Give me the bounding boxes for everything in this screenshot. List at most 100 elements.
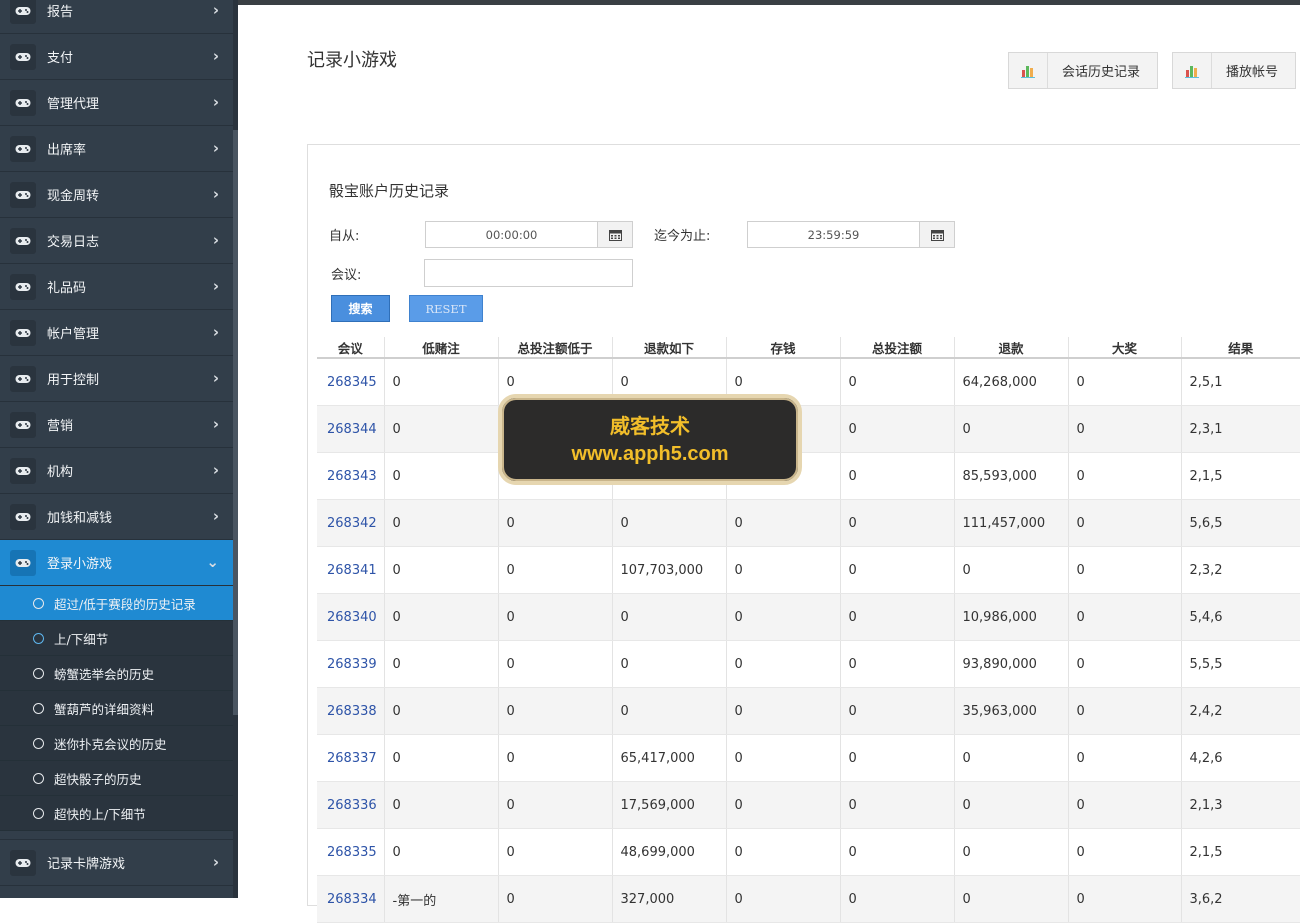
sidebar-scrollbar-thumb[interactable]	[233, 130, 238, 715]
sidebar-menu-item[interactable]: 现金周转 ›	[0, 172, 233, 218]
table-cell: 111,457,000	[953, 499, 1068, 547]
circle-icon	[33, 807, 44, 819]
column-header[interactable]: 会议	[317, 337, 384, 359]
session-id-link[interactable]: 268340	[317, 593, 384, 641]
gamepad-icon	[10, 365, 36, 392]
session-id-link[interactable]: 268341	[317, 546, 384, 594]
column-header[interactable]: 低赌注	[383, 337, 498, 359]
session-id-link[interactable]: 268345	[317, 358, 384, 406]
to-date-input[interactable]: 23:59:59	[747, 221, 920, 248]
table-cell: 0	[839, 640, 954, 688]
sidebar-submenu-item[interactable]: 超快骰子的历史	[0, 761, 233, 796]
session-id-link[interactable]: 268343	[317, 452, 384, 500]
sidebar-submenu-item[interactable]: 螃蟹选举会的历史	[0, 656, 233, 691]
sidebar-submenu-item[interactable]: 上/下细节	[0, 621, 233, 656]
session-id-link[interactable]: 268334	[317, 875, 384, 923]
table-cell: 4,2,6	[1180, 734, 1300, 782]
column-header[interactable]: 总投注额低于	[497, 337, 612, 359]
table-cell: 17,569,000	[611, 781, 726, 829]
search-button[interactable]: 搜索	[331, 295, 390, 322]
sidebar-menu-item[interactable]: 记录卡牌游戏 ›	[0, 839, 233, 886]
table-row: 268334 -第一的 0 327,000 0 0 0 0 3,6,2	[317, 875, 1300, 923]
sidebar-menu-item[interactable]: 支付 ›	[0, 34, 233, 80]
sidebar-menu-item[interactable]: 帐户管理 ›	[0, 310, 233, 356]
sidebar-submenu-label: 超快骰子的历史	[54, 771, 142, 787]
sidebar-menu-item[interactable]: 报告 ›	[0, 0, 233, 34]
to-calendar-button[interactable]	[919, 221, 955, 248]
column-header[interactable]: 退款	[953, 337, 1068, 359]
table-cell: 5,6,5	[1180, 499, 1300, 547]
sidebar-menu-label: 加钱和减钱	[47, 511, 113, 526]
table-cell: 0	[725, 546, 840, 594]
table-cell: 0	[1067, 546, 1181, 594]
session-id-link[interactable]: 268336	[317, 781, 384, 829]
session-id-link[interactable]: 268337	[317, 734, 384, 782]
sidebar-menu-item[interactable]: 用于控制 ›	[0, 356, 233, 402]
table-cell: 0	[725, 875, 840, 923]
table-cell: 0	[953, 875, 1068, 923]
table-cell: 0	[1067, 640, 1181, 688]
table-cell: 0	[839, 687, 954, 735]
table-cell: 2,5,1	[1180, 358, 1300, 406]
reset-button[interactable]: RESET	[409, 295, 483, 322]
chevron-right-icon: ›	[212, 47, 219, 65]
table-cell: 0	[1067, 358, 1181, 406]
chevron-right-icon: ›	[212, 93, 219, 111]
sidebar-menu-item[interactable]: 出席率 ›	[0, 126, 233, 172]
sidebar-submenu-item[interactable]: 超过/低于赛段的历史记录	[0, 586, 233, 621]
table-cell: 0	[839, 828, 954, 876]
from-date-input[interactable]: 00:00:00	[425, 221, 598, 248]
session-id-link[interactable]: 268335	[317, 828, 384, 876]
session-input[interactable]	[424, 259, 633, 287]
sidebar-menu-item[interactable]: 管理代理 ›	[0, 80, 233, 126]
sidebar-submenu-item[interactable]: 超快的上/下细节	[0, 796, 233, 831]
play-account-button[interactable]: 播放帐号	[1172, 52, 1296, 89]
table-cell: 65,417,000	[611, 734, 726, 782]
table-row: 268335 0 0 48,699,000 0 0 0 0 2,1,5	[317, 828, 1300, 876]
table-row: 268339 0 0 0 0 0 93,890,000 0 5,5,5	[317, 640, 1300, 688]
table-cell: 0	[725, 593, 840, 641]
column-header[interactable]: 总投注额	[839, 337, 954, 359]
chevron-right-icon: ›	[212, 507, 219, 525]
session-label: 会议:	[331, 268, 362, 283]
sidebar-menu-item[interactable]: 加钱和减钱 ›	[0, 494, 233, 540]
table-body: 268345 0 0 0 0 0 64,268,000 0 2,5,1 268344 0 0 0 0 2,3…	[317, 358, 1300, 923]
sidebar-submenu-item[interactable]: 迷你扑克会议的历史	[0, 726, 233, 761]
session-id-link[interactable]: 268339	[317, 640, 384, 688]
table-cell: 2,4,2	[1180, 687, 1300, 735]
sidebar-menu-item[interactable]: 机构 ›	[0, 448, 233, 494]
column-header[interactable]: 退款如下	[611, 337, 726, 359]
session-id-link[interactable]: 268342	[317, 499, 384, 547]
table-cell: 2,3,1	[1180, 405, 1300, 453]
sidebar-menu-item[interactable]: 交易日志 ›	[0, 218, 233, 264]
from-calendar-button[interactable]	[597, 221, 633, 248]
gamepad-icon	[10, 319, 36, 346]
sidebar: 报告 › 支付 › 管理代理 › 出席率 › 现金周转 › 交易日志 › 礼品码 › 帐户管理 › 用于控制 › 营…	[0, 0, 238, 898]
table-cell: 0	[839, 452, 954, 500]
table-header-row: 会议 低赌注 总投注额低于 退款如下 存钱 总投注额 退款 大奖 结果	[317, 337, 1300, 359]
table-cell: 0	[725, 687, 840, 735]
chevron-right-icon: ›	[212, 415, 219, 433]
table-row: 268343 0 0 85,593,000 0 2,1,5	[317, 452, 1300, 500]
sidebar-menu-item[interactable]: 营销 ›	[0, 402, 233, 448]
column-header[interactable]: 存钱	[725, 337, 840, 359]
sidebar-menu-label: 帐户管理	[47, 327, 100, 342]
column-header[interactable]: 结果	[1180, 337, 1300, 359]
session-history-button[interactable]: 会话历史记录	[1008, 52, 1158, 89]
column-header[interactable]: 大奖	[1067, 337, 1181, 359]
table-cell: 10,986,000	[953, 593, 1068, 641]
sidebar-submenu-item[interactable]: 蟹葫芦的详细资料	[0, 691, 233, 726]
sidebar-scrollbar[interactable]	[233, 0, 238, 898]
to-label: 迄今为止:	[654, 229, 711, 244]
table-cell: 5,4,6	[1180, 593, 1300, 641]
sidebar-submenu-label: 蟹葫芦的详细资料	[54, 701, 155, 717]
table-row: 268345 0 0 0 0 0 64,268,000 0 2,5,1	[317, 358, 1300, 406]
table-cell: 0	[725, 640, 840, 688]
sidebar-menu-item[interactable]: 礼品码 ›	[0, 264, 233, 310]
sidebar-menu-item[interactable]: 登录小游戏 ⌄	[0, 540, 233, 586]
session-id-link[interactable]: 268344	[317, 405, 384, 453]
table-cell: 0	[383, 687, 498, 735]
session-id-link[interactable]: 268338	[317, 687, 384, 735]
table-cell: 2,1,3	[1180, 781, 1300, 829]
table-cell: 0	[839, 875, 954, 923]
